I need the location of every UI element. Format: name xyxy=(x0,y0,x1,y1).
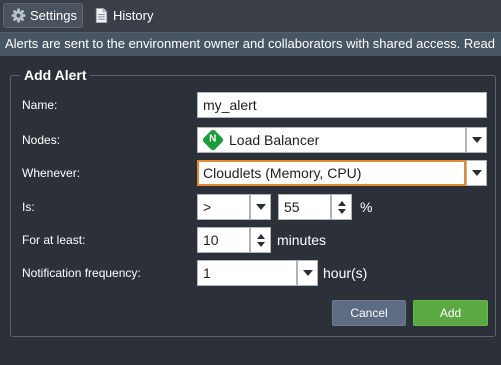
add-button[interactable]: Add xyxy=(413,300,488,326)
spin-up-icon[interactable] xyxy=(256,233,265,239)
frequency-label: Notification frequency: xyxy=(22,266,141,280)
cancel-button[interactable]: Cancel xyxy=(332,300,406,326)
spin-down-icon[interactable] xyxy=(337,208,346,214)
chevron-down-icon xyxy=(255,204,266,210)
nodes-select[interactable]: N Load Balancer xyxy=(197,127,466,153)
frequency-unit: hour(s) xyxy=(323,265,368,281)
threshold-spinner[interactable] xyxy=(331,194,352,220)
whenever-label: Whenever: xyxy=(22,166,81,180)
chevron-down-icon xyxy=(471,170,482,176)
operator-dropdown-trigger[interactable] xyxy=(250,194,271,220)
duration-unit: minutes xyxy=(277,232,327,248)
tab-history-label: History xyxy=(113,8,154,23)
tab-bar: Settings History xyxy=(0,0,501,32)
gear-icon xyxy=(10,8,26,24)
name-input[interactable]: my_alert xyxy=(197,92,487,118)
for-at-least-label: For at least: xyxy=(22,233,86,247)
is-label: Is: xyxy=(22,200,35,214)
threshold-unit: % xyxy=(360,199,373,215)
nodes-label: Nodes: xyxy=(22,133,61,147)
chevron-down-icon xyxy=(471,137,482,143)
document-icon xyxy=(93,8,109,24)
chevron-down-icon xyxy=(302,270,313,276)
info-banner: Alerts are sent to the environment owner… xyxy=(0,32,501,56)
nginx-icon: N xyxy=(201,128,225,152)
operator-select[interactable]: > xyxy=(197,194,250,220)
duration-spinner[interactable] xyxy=(250,227,271,253)
frequency-select[interactable]: 1 xyxy=(197,260,297,286)
tab-settings[interactable]: Settings xyxy=(3,3,83,28)
nodes-dropdown-trigger[interactable] xyxy=(466,127,487,153)
fieldset-legend: Add Alert xyxy=(20,67,91,83)
duration-input[interactable]: 10 xyxy=(197,227,250,253)
whenever-select[interactable]: Cloudlets (Memory, CPU) xyxy=(197,160,466,186)
name-label: Name: xyxy=(22,98,58,112)
threshold-input[interactable]: 55 xyxy=(278,194,331,220)
tab-history[interactable]: History xyxy=(90,3,165,28)
tab-settings-label: Settings xyxy=(30,8,77,23)
nodes-select-value: Load Balancer xyxy=(229,132,320,148)
spin-up-icon[interactable] xyxy=(337,200,346,206)
whenever-dropdown-trigger[interactable] xyxy=(466,160,487,186)
spin-down-icon[interactable] xyxy=(256,241,265,247)
frequency-dropdown-trigger[interactable] xyxy=(297,260,318,286)
